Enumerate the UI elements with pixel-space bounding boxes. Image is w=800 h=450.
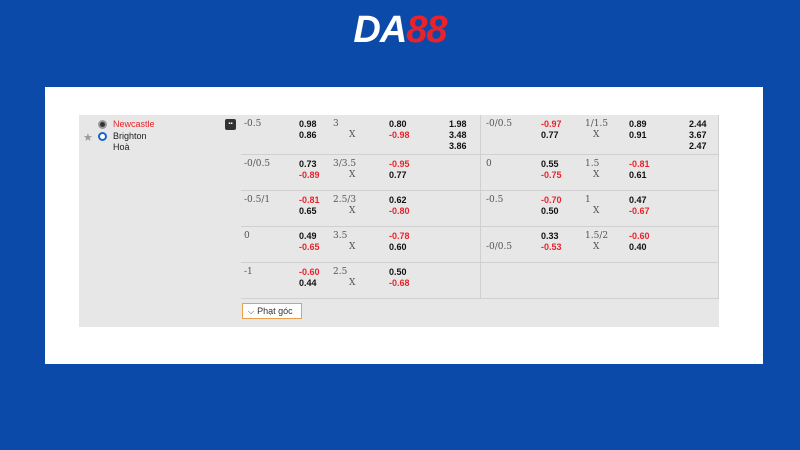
odds-cell-left: -0/0.5 0.73 -0.89 3/3.5 X -0.95 0.77 (241, 155, 481, 191)
odds-oux: X (349, 242, 356, 252)
odds-o2[interactable]: 0.40 (629, 242, 647, 253)
favorite-star-icon[interactable]: ★ (83, 131, 93, 144)
odds-ou: 1.5 (585, 159, 600, 169)
odds-table: -0.5 0.98 0.86 3 X 0.80 -0.98 1.98 3.48 3.86 -0/0.… (241, 115, 719, 301)
odds-ou: 3/3.5 (333, 159, 357, 169)
odds-x3[interactable]: 2.47 (689, 141, 707, 152)
corner-kicks-label: Phạt góc (257, 306, 293, 316)
brighton-crest-icon (98, 132, 107, 141)
odds-hcap: -0/0.5 (486, 119, 513, 129)
chevron-down-icon: ⌵ (248, 307, 255, 316)
odds-o1[interactable]: 0.47 (629, 195, 647, 206)
corner-kicks-button[interactable]: ⌵ Phạt góc (242, 303, 302, 319)
odds-ou: 3 (333, 119, 339, 129)
home-team[interactable]: Newcastle (113, 119, 155, 130)
newcastle-crest-icon (98, 120, 107, 129)
odds-cell-right: -0/0.5 -0.97 0.77 1/1.5 X 0.89 0.91 2.44 3.67 2.4… (481, 115, 719, 155)
odds-o2[interactable]: -0.98 (389, 130, 410, 141)
odds-hcap: -0.5/1 (244, 195, 271, 205)
odds-oux: X (349, 278, 356, 288)
odds-x1[interactable]: 1.98 (449, 119, 467, 130)
odds-o2[interactable]: 0.77 (389, 170, 407, 181)
odds-cell-left: -0.5 0.98 0.86 3 X 0.80 -0.98 1.98 3.48 3.86 (241, 115, 481, 155)
odds-ou: 2.5 (333, 267, 348, 277)
odds-o1[interactable]: 0.80 (389, 119, 407, 130)
odds-o1[interactable]: -0.81 (629, 159, 650, 170)
odds-h1[interactable]: 0.33 (541, 231, 559, 242)
odds-hcap: 0 (244, 231, 250, 241)
odds-oux: X (593, 130, 600, 140)
match-odds-board: ★ Newcastle Brighton Hoà ▪▪ -0.5 0.98 0.86… (79, 115, 719, 327)
odds-h1[interactable]: -0.60 (299, 267, 320, 278)
odds-cell-right: -0/0.5 0.33 -0.53 1.5/2 X -0.60 0.40 (481, 227, 719, 263)
odds-cell-left: -0.5/1 -0.81 0.65 2.5/3 X 0.62 -0.80 (241, 191, 481, 227)
odds-cell-left: -1 -0.60 0.44 2.5 X 0.50 -0.68 (241, 263, 481, 299)
odds-x3[interactable]: 3.86 (449, 141, 467, 152)
odds-hcap: -0/0.5 (486, 242, 513, 252)
odds-ou: 3.5 (333, 231, 348, 241)
odds-ou: 1 (585, 195, 591, 205)
odds-h2[interactable]: -0.89 (299, 170, 320, 181)
odds-hcap: -0.5 (486, 195, 504, 205)
odds-hcap: -0/0.5 (244, 159, 271, 169)
odds-o1[interactable]: 0.62 (389, 195, 407, 206)
stats-icon[interactable]: ▪▪ (225, 119, 236, 130)
odds-x2[interactable]: 3.48 (449, 130, 467, 141)
odds-h1[interactable]: -0.81 (299, 195, 320, 206)
odds-hcap: 0 (486, 159, 492, 169)
odds-h1[interactable]: -0.97 (541, 119, 562, 130)
odds-h1[interactable]: 0.98 (299, 119, 317, 130)
odds-h2[interactable]: 0.77 (541, 130, 559, 141)
odds-oux: X (593, 206, 600, 216)
odds-o2[interactable]: -0.68 (389, 278, 410, 289)
odds-oux: X (349, 206, 356, 216)
logo-88: 88 (406, 9, 447, 51)
odds-oux: X (349, 170, 356, 180)
odds-ou: 1.5/2 (585, 231, 609, 241)
odds-h1[interactable]: -0.70 (541, 195, 562, 206)
odds-x2[interactable]: 3.67 (689, 130, 707, 141)
odds-h2[interactable]: -0.65 (299, 242, 320, 253)
odds-panel: ★ Newcastle Brighton Hoà ▪▪ -0.5 0.98 0.86… (45, 87, 763, 364)
odds-hcap: -1 (244, 267, 253, 277)
odds-x1[interactable]: 2.44 (689, 119, 707, 130)
odds-cell-right: -0.5 -0.70 0.50 1 X 0.47 -0.67 (481, 191, 719, 227)
odds-o1[interactable]: 0.50 (389, 267, 407, 278)
odds-oux: X (593, 242, 600, 252)
odds-h2[interactable]: -0.53 (541, 242, 562, 253)
brand-logo: DA88 (0, 8, 800, 52)
odds-hcap: -0.5 (244, 119, 262, 129)
odds-h1[interactable]: 0.73 (299, 159, 317, 170)
odds-h2[interactable]: -0.75 (541, 170, 562, 181)
odds-cell-right (481, 263, 719, 299)
odds-o2[interactable]: 0.91 (629, 130, 647, 141)
draw-label: Hoà (113, 142, 130, 152)
odds-cell-left: 0 0.49 -0.65 3.5 X -0.78 0.60 (241, 227, 481, 263)
odds-oux: X (349, 130, 356, 140)
odds-o1[interactable]: -0.60 (629, 231, 650, 242)
odds-o1[interactable]: -0.78 (389, 231, 410, 242)
odds-h2[interactable]: 0.44 (299, 278, 317, 289)
odds-h1[interactable]: 0.49 (299, 231, 317, 242)
logo-da: DA (353, 9, 407, 51)
odds-ou: 2.5/3 (333, 195, 357, 205)
odds-h1[interactable]: 0.55 (541, 159, 559, 170)
away-team[interactable]: Brighton (113, 131, 147, 142)
odds-ou: 1/1.5 (585, 119, 609, 129)
odds-o1[interactable]: 0.89 (629, 119, 647, 130)
odds-oux: X (593, 170, 600, 180)
odds-o2[interactable]: -0.80 (389, 206, 410, 217)
odds-o1[interactable]: -0.95 (389, 159, 410, 170)
odds-h2[interactable]: 0.86 (299, 130, 317, 141)
odds-h2[interactable]: 0.65 (299, 206, 317, 217)
odds-cell-right: 0 0.55 -0.75 1.5 X -0.81 0.61 (481, 155, 719, 191)
odds-o2[interactable]: -0.67 (629, 206, 650, 217)
match-info: ★ Newcastle Brighton Hoà ▪▪ (79, 115, 241, 327)
odds-o2[interactable]: 0.60 (389, 242, 407, 253)
odds-o2[interactable]: 0.61 (629, 170, 647, 181)
odds-h2[interactable]: 0.50 (541, 206, 559, 217)
